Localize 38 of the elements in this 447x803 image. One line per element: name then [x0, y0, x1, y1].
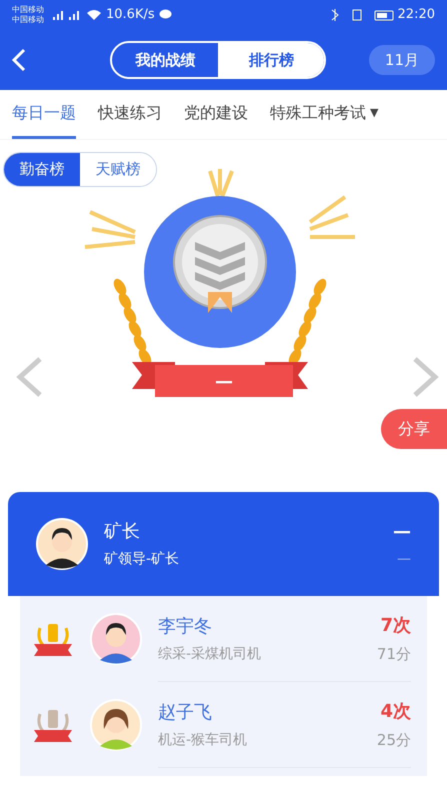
avatar-icon	[90, 613, 142, 665]
user-name: 矿长	[104, 520, 141, 544]
avatar-icon	[90, 699, 142, 751]
count-value: 4次	[380, 700, 411, 724]
share-button[interactable]: 分享	[381, 409, 447, 449]
user-name: 李宇冬	[158, 614, 213, 638]
battery-icon	[374, 9, 394, 21]
month-picker[interactable]: 11月	[368, 45, 435, 75]
segment-tab[interactable]: 排行榜	[218, 43, 324, 77]
user-role: 综采-采煤机司机	[158, 644, 262, 664]
previous-button[interactable]	[14, 355, 44, 399]
next-button[interactable]	[411, 355, 441, 399]
user-role: 矿领导-矿长	[104, 550, 180, 569]
carrier-label: 中国移动	[12, 15, 44, 25]
user-name: 赵子飞	[158, 700, 213, 724]
user-role: 机运-猴车司机	[158, 730, 248, 750]
clock-time: 22:20	[398, 6, 435, 24]
category-tab[interactable]: 特殊工种考试 ▼	[270, 90, 378, 139]
category-tab[interactable]: 快速练习	[98, 90, 162, 139]
segment-tab[interactable]: 我的战绩	[112, 43, 218, 77]
score-value: 71分	[376, 644, 411, 665]
vibrate-icon	[352, 9, 362, 21]
caret-icon: ▼	[370, 104, 378, 122]
bluetooth-icon	[330, 9, 340, 21]
carrier-label: 中国移动	[12, 5, 44, 15]
board-tab[interactable]: 勤奋榜	[4, 153, 80, 186]
score-value: 25分	[376, 730, 411, 751]
category-tab[interactable]: 党的建设	[184, 90, 248, 139]
score-value: —	[397, 550, 411, 569]
count-value: 7次	[380, 614, 411, 638]
ribbon-label: —	[215, 370, 233, 394]
signal-icon	[52, 9, 82, 21]
category-tab[interactable]: 每日一题	[12, 90, 76, 139]
chat-icon	[158, 9, 172, 21]
network-speed: 10.6K/s	[106, 6, 155, 24]
wifi-icon	[86, 9, 102, 21]
avatar-icon	[36, 518, 88, 570]
count-value: —	[393, 520, 411, 544]
